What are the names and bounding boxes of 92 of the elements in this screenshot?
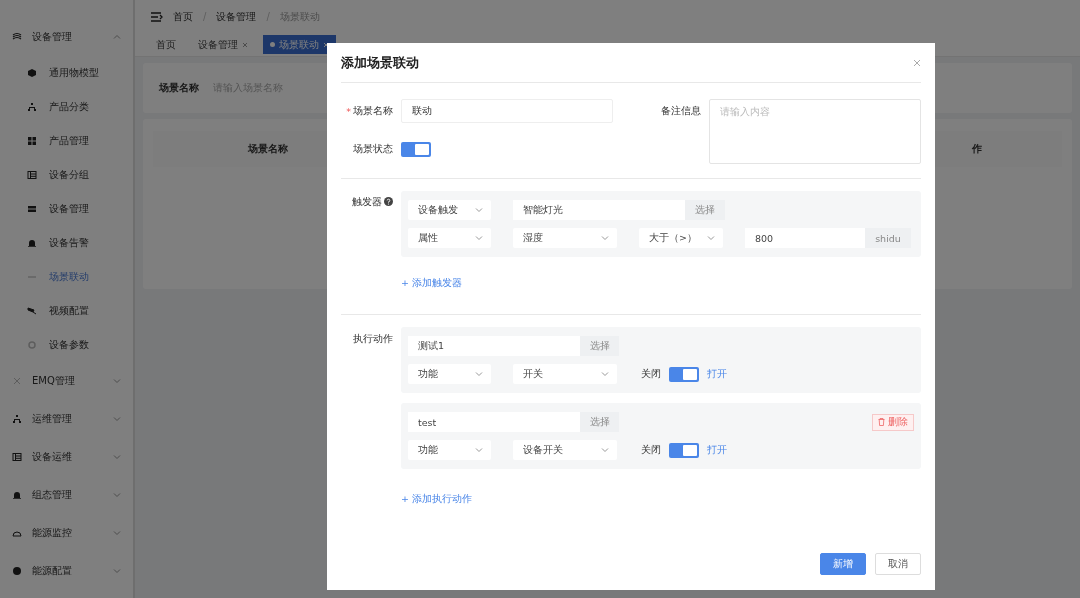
server-icon [27, 204, 37, 214]
chevron-down-icon [601, 446, 609, 454]
menu-group[interactable]: EMQ管理 [0, 362, 133, 400]
menu-group[interactable]: 能源配置 [0, 552, 133, 590]
column-header: 作 [972, 142, 982, 156]
switch-off-label: 关闭 [641, 443, 661, 457]
cancel-button[interactable]: 取消 [875, 553, 921, 575]
trash-icon [878, 418, 885, 426]
select-field[interactable]: 设备开关 [513, 440, 617, 460]
add-trigger-link[interactable]: + 添加触发器 [401, 277, 462, 288]
help-icon[interactable] [384, 197, 393, 206]
breadcrumb-item[interactable]: 设备管理 [216, 9, 257, 24]
circle-icon [12, 566, 22, 576]
chevron-down-icon [475, 370, 483, 378]
dialog-title: 添加场景联动 [341, 53, 419, 72]
unit-label: shidu [865, 228, 911, 248]
hierarchy-icon [27, 102, 37, 112]
select-button[interactable]: 选择 [580, 336, 619, 356]
menu-item[interactable]: 设备告警 [0, 226, 133, 260]
select-button[interactable]: 选择 [685, 200, 725, 220]
field-label: 场景名称 [353, 104, 393, 118]
chevron-down-icon [475, 206, 483, 214]
chevron-down-icon [113, 414, 121, 423]
menu-group[interactable]: 设备管理 [0, 18, 133, 56]
chevron-down-icon [707, 234, 715, 242]
breadcrumb-separator: / [266, 11, 270, 22]
search-label: 场景名称 [159, 81, 199, 95]
switch-on-label: 打开 [707, 443, 727, 457]
input-field[interactable]: 智能灯光 [513, 200, 685, 220]
menu-item[interactable]: 设备参数 [0, 328, 133, 362]
select-field[interactable]: 湿度 [513, 228, 617, 248]
dot-icon [270, 42, 275, 47]
input-field[interactable]: 测试1 [408, 336, 580, 356]
menu-item[interactable]: 视频配置 [0, 294, 133, 328]
hierarchy-icon [12, 414, 22, 424]
select-field[interactable]: 功能 [408, 440, 491, 460]
input-field[interactable]: 800 [745, 228, 865, 248]
switch-on-label: 打开 [707, 367, 727, 381]
chevron-down-icon [475, 234, 483, 242]
required-mark: * [346, 105, 351, 117]
select-button[interactable]: 选择 [580, 412, 619, 432]
menu-group[interactable]: 运维管理 [0, 400, 133, 438]
grid-icon [27, 136, 37, 146]
column-header: 场景名称 [248, 142, 288, 156]
toggle-switch[interactable] [669, 366, 699, 382]
select-field[interactable]: 属性 [408, 228, 491, 248]
chevron-down-icon [113, 490, 121, 499]
menu-group[interactable]: 组态管理 [0, 476, 133, 514]
field-label: 执行动作 [352, 332, 394, 346]
input-field[interactable]: 联动 [401, 99, 613, 123]
select-field[interactable]: 大于（>） [639, 228, 723, 248]
field-label: 触发器 [352, 196, 382, 209]
alarm-icon [27, 238, 37, 248]
alarm-icon [12, 490, 22, 500]
select-field[interactable]: 设备触发 [408, 200, 491, 220]
page-tab[interactable]: 场景联动 [263, 35, 336, 54]
list-icon [12, 452, 22, 462]
chevron-down-icon [601, 234, 609, 242]
cross-icon [12, 376, 22, 386]
list-icon [27, 170, 37, 180]
toggle-switch[interactable] [401, 141, 431, 157]
submit-button[interactable]: 新增 [820, 553, 866, 575]
chevron-down-icon [475, 446, 483, 454]
chevron-down-icon [113, 566, 121, 575]
menu-item[interactable]: 通用物模型 [0, 56, 133, 90]
add-action-link[interactable]: + 添加执行动作 [401, 493, 472, 504]
breadcrumb-item[interactable]: 首页 [173, 9, 193, 24]
select-field[interactable]: 功能 [408, 364, 491, 384]
chevron-down-icon [601, 370, 609, 378]
cube-icon [27, 68, 37, 78]
chevron-down-icon [113, 376, 121, 385]
menu-item[interactable]: 场景联动 [0, 260, 133, 294]
menu-item[interactable]: 产品管理 [0, 124, 133, 158]
menu-item[interactable]: 产品分类 [0, 90, 133, 124]
menu-item[interactable]: 设备分组 [0, 158, 133, 192]
field-label: 场景状态 [352, 142, 394, 156]
chevron-down-icon [113, 528, 121, 537]
menu-group[interactable]: 能源监控 [0, 514, 133, 552]
menu-group[interactable]: 设备运维 [0, 438, 133, 476]
delete-button[interactable]: 删除 [872, 413, 914, 431]
menu-item[interactable]: 设备管理 [0, 192, 133, 226]
chevron-down-icon [113, 452, 121, 461]
select-field[interactable]: 开关 [513, 364, 617, 384]
input-field[interactable]: test [408, 412, 580, 432]
gauge-icon [12, 528, 22, 538]
field-label: 备注信息 [660, 104, 702, 118]
switch-off-label: 关闭 [641, 367, 661, 381]
chevron-up-icon [113, 32, 121, 41]
layers-icon [12, 32, 22, 42]
toggle-switch[interactable] [669, 442, 699, 458]
menu-icon[interactable] [151, 11, 163, 22]
breadcrumb-separator: / [203, 11, 207, 22]
